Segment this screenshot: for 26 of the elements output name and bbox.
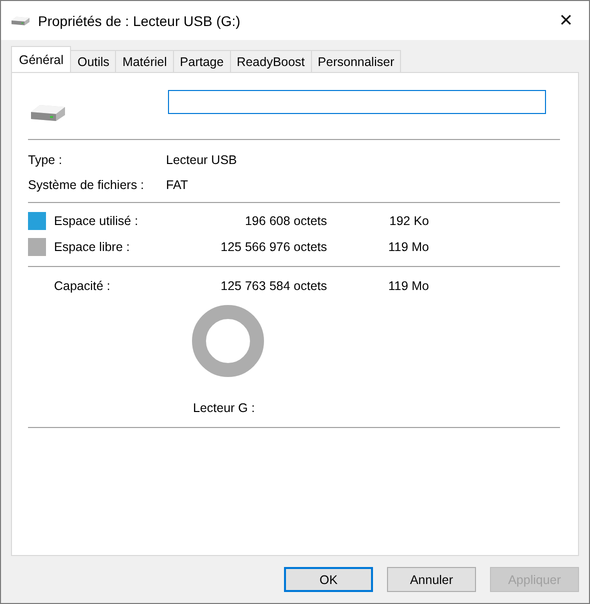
field-label: Système de fichiers : <box>28 178 146 192</box>
tab[interactable]: ReadyBoost <box>230 50 312 72</box>
name-field[interactable] <box>168 90 546 114</box>
space-label: Espace libre : <box>53 240 131 254</box>
tab[interactable]: Général <box>11 46 72 72</box>
byte-count: 125 763 584 octets <box>220 279 327 293</box>
space-label: Espace utilisé : <box>53 214 140 228</box>
window-title: Propriétés de : Lecteur USB (G:) <box>38 12 242 28</box>
capacity-label: Capacité : <box>53 279 112 293</box>
field-value: Lecteur USB <box>166 153 238 167</box>
size-value: 192 Ko <box>388 214 429 228</box>
field-value: FAT <box>166 178 189 192</box>
size-value: 119 Mo <box>387 240 429 254</box>
dialog-button[interactable]: OK <box>284 567 373 592</box>
drive-label: Lecteur G : <box>193 401 255 415</box>
drive-icon <box>30 104 66 122</box>
drive-icon <box>11 16 30 26</box>
usage-ring-drawing <box>192 305 264 377</box>
tab[interactable]: Personnaliser <box>310 50 402 72</box>
byte-count: 196 608 octets <box>244 214 327 228</box>
field-label: Type : <box>28 153 64 167</box>
tab[interactable]: Partage <box>172 50 231 72</box>
dialog-button[interactable]: Annuler <box>387 567 476 592</box>
byte-count: 125 566 976 octets <box>220 240 327 254</box>
size-value: 119 Mo <box>387 279 429 293</box>
close-button[interactable]: ✕ <box>543 1 589 40</box>
